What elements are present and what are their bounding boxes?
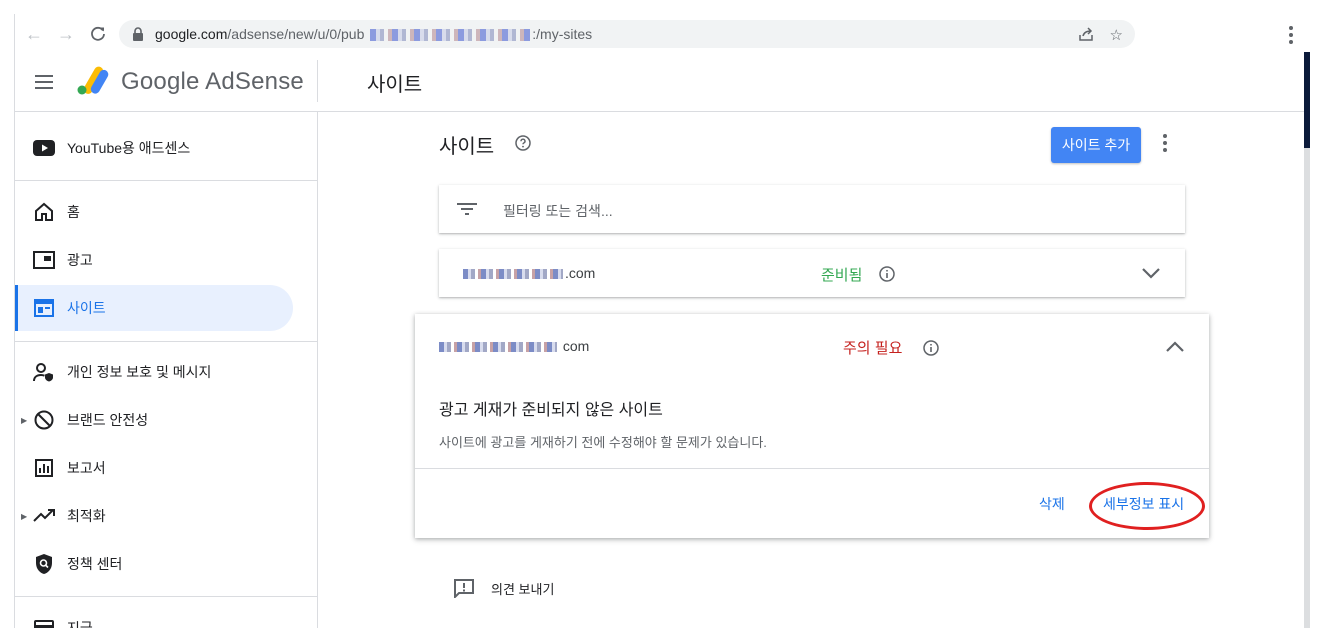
back-icon[interactable]: ←	[21, 21, 47, 47]
sidebar-item-policy-center[interactable]: 정책 센터	[15, 541, 318, 587]
more-options-icon[interactable]	[1161, 132, 1169, 156]
site-domain: .com	[463, 265, 595, 281]
bookmark-star-icon[interactable]: ☆	[1110, 26, 1123, 46]
status-needs-attention: 주의 필요	[843, 340, 903, 357]
site-domain: com	[439, 338, 589, 354]
sidebar-divider	[15, 341, 318, 342]
sidebar-item-label: 지급	[67, 620, 93, 628]
expand-caret-icon[interactable]: ▶	[21, 512, 27, 521]
policy-shield-icon	[33, 553, 55, 575]
block-icon	[33, 409, 55, 431]
sidebar-item-youtube[interactable]: YouTube용 애드센스	[15, 125, 318, 171]
filter-placeholder: 필터링 또는 검색...	[503, 203, 613, 219]
issue-title: 광고 게재가 준비되지 않은 사이트	[439, 402, 663, 419]
sidebar-item-ads[interactable]: 광고	[15, 237, 318, 283]
chevron-down-icon[interactable]	[1141, 267, 1161, 279]
adsense-logo-icon	[77, 66, 109, 95]
lock-icon	[131, 27, 145, 41]
sidebar-item-label: 광고	[67, 252, 93, 268]
main-content: 사이트 사이트 추가 필터링 또는 검색... .com 준비됨 com 주의 …	[319, 112, 1305, 628]
reload-icon[interactable]	[85, 21, 111, 47]
help-icon[interactable]	[515, 135, 531, 151]
info-icon[interactable]	[879, 266, 895, 282]
sidebar-item-home[interactable]: 홈	[15, 189, 318, 235]
youtube-icon	[33, 137, 55, 159]
header-divider	[317, 60, 318, 102]
sidebar-item-label: 홈	[67, 204, 80, 220]
sidebar-item-label: 개인 정보 보호 및 메시지	[67, 364, 212, 380]
sidebar-item-label: 정책 센터	[67, 556, 123, 572]
address-bar[interactable]: google.com/adsense/new/u/0/pub :/my-site…	[119, 20, 1135, 48]
background-window-edge	[1304, 52, 1310, 148]
sidebar-item-reports[interactable]: 보고서	[15, 445, 318, 491]
status-ready: 준비됨	[821, 267, 863, 284]
add-site-button[interactable]: 사이트 추가	[1051, 127, 1141, 163]
card-divider	[415, 468, 1209, 469]
url-text: google.com/adsense/new/u/0/pub :/my-site…	[155, 26, 593, 42]
home-icon	[33, 201, 55, 223]
sidebar-item-label: 사이트	[67, 300, 106, 316]
redacted-domain	[463, 269, 563, 280]
reports-icon	[33, 457, 55, 479]
privacy-icon	[33, 361, 55, 383]
ads-icon	[33, 249, 55, 271]
sidebar-item-optimization[interactable]: ▶ 최적화	[15, 493, 318, 539]
payments-icon	[33, 617, 55, 628]
sidebar-item-label: YouTube용 애드센스	[67, 140, 191, 156]
filter-search-bar[interactable]: 필터링 또는 검색...	[439, 185, 1185, 233]
filter-icon[interactable]	[457, 201, 477, 217]
sidebar-item-privacy[interactable]: 개인 정보 보호 및 메시지	[15, 349, 318, 395]
trending-icon	[33, 505, 55, 527]
header-page-title: 사이트	[367, 74, 423, 96]
app-header: Google AdSense 사이트	[15, 54, 1305, 112]
page-title: 사이트	[439, 136, 495, 158]
chevron-up-icon[interactable]	[1165, 341, 1185, 353]
forward-icon[interactable]: →	[53, 21, 79, 47]
site-card-needs-attention: com 주의 필요 광고 게재가 준비되지 않은 사이트 사이트에 광고를 게재…	[415, 314, 1209, 538]
sidebar-item-payments[interactable]: 지급	[15, 605, 318, 628]
brand-name: Google AdSense	[121, 68, 304, 95]
site-row-ready[interactable]: .com 준비됨	[439, 249, 1185, 297]
redacted-publisher-id	[370, 29, 531, 42]
sidebar-item-label: 최적화	[67, 508, 106, 524]
annotation-circle	[1089, 482, 1205, 530]
menu-icon[interactable]	[33, 71, 55, 93]
browser-menu-icon[interactable]	[1289, 24, 1293, 47]
send-feedback-link[interactable]: 의견 보내기	[453, 578, 554, 598]
feedback-label: 의견 보내기	[491, 581, 555, 597]
feedback-icon	[454, 579, 474, 598]
sidebar-item-sites[interactable]: 사이트	[15, 285, 293, 331]
sidebar-divider	[15, 180, 318, 181]
sites-icon	[33, 297, 55, 319]
sidebar-divider	[15, 596, 318, 597]
info-icon[interactable]	[923, 340, 939, 356]
issue-description: 사이트에 광고를 게재하기 전에 수정해야 할 문제가 있습니다.	[439, 435, 767, 450]
browser-toolbar: ← → google.com/adsense/new/u/0/pub :/my-…	[15, 14, 1310, 54]
sidebar-item-label: 브랜드 안전성	[67, 412, 149, 428]
redacted-domain	[439, 342, 557, 353]
sidebar-item-brand-safety[interactable]: ▶ 브랜드 안전성	[15, 397, 318, 443]
sidebar-item-label: 보고서	[67, 460, 106, 476]
background-window-edge	[1304, 148, 1310, 628]
expand-caret-icon[interactable]: ▶	[21, 416, 27, 425]
sidebar: YouTube용 애드센스 홈 광고 사이트 개인 정보 보호 및 메시지 ▶ …	[15, 112, 318, 628]
delete-button[interactable]: 삭제	[1039, 494, 1065, 514]
browser-window: ← → google.com/adsense/new/u/0/pub :/my-…	[14, 14, 1310, 628]
share-icon[interactable]	[1078, 26, 1094, 46]
